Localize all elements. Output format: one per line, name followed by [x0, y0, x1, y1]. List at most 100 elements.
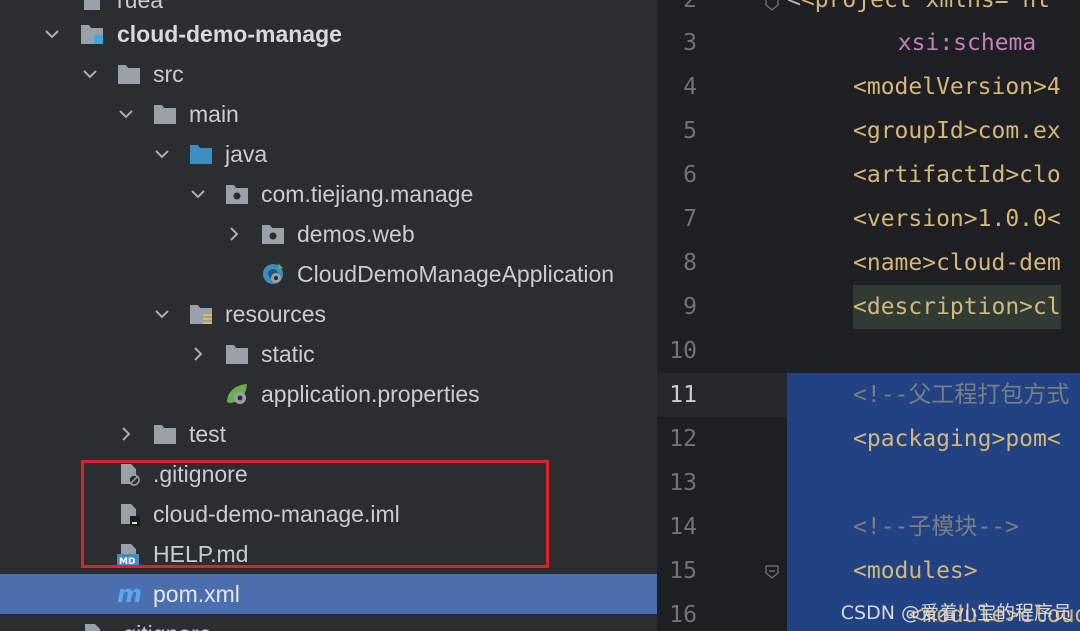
code-line[interactable]: 8 <name>cloud-dem	[657, 241, 1080, 285]
code-token: <project xmlns="ht	[800, 0, 1051, 13]
line-number: 5	[683, 118, 697, 144]
tree-item-com-tiejiang-manage[interactable]: com.tiejiang.manage	[0, 174, 657, 214]
line-number: 7	[683, 206, 697, 232]
tree-item-label: application.properties	[261, 381, 480, 407]
file-icon	[80, 0, 104, 12]
code-line[interactable]: 2 <<project xmlns="ht	[657, 0, 1080, 22]
line-number: 9	[683, 294, 697, 320]
tree-item-label: .gitignore	[117, 614, 212, 631]
line-number: 3	[683, 30, 697, 56]
chevron-down-icon[interactable]	[118, 106, 134, 122]
chevron-down-icon[interactable]	[154, 146, 170, 162]
code-text: <packaging>pom<	[853, 426, 1061, 452]
code-text: xsi:schema	[787, 30, 1037, 56]
code-line[interactable]: 10	[657, 329, 1080, 373]
line-number: 13	[669, 470, 697, 496]
code-line[interactable]: 11 <!--父工程打包方式	[657, 373, 1080, 417]
code-line[interactable]: 12 <packaging>pom<	[657, 417, 1080, 461]
svg-text:m: m	[117, 582, 142, 606]
tree-item-test[interactable]: test	[0, 414, 657, 454]
tree-item-root-gitignore[interactable]: .gitignore	[0, 614, 657, 631]
package-icon	[225, 182, 249, 206]
tree-item-label: .gitignore	[153, 461, 248, 487]
chevron-right-icon[interactable]	[226, 226, 242, 242]
line-number: 16	[669, 602, 697, 628]
folder-icon	[153, 102, 177, 126]
code-line[interactable]: 4 <modelVersion>4	[657, 65, 1080, 109]
tree-item-pom-xml[interactable]: m pom.xml	[0, 574, 657, 614]
folder-icon	[153, 422, 177, 446]
code-line[interactable]: 5 <groupId>com.ex	[657, 109, 1080, 153]
tree-item-demos-web[interactable]: demos.web	[0, 214, 657, 254]
tree-item-label: test	[189, 421, 227, 447]
code-line[interactable]: 6 <artifactId>clo	[657, 153, 1080, 197]
line-number: 15	[669, 558, 697, 584]
tree-item-label: main	[189, 101, 239, 127]
tree-item-cloud-demo-manage[interactable]: cloud-demo-manage	[0, 14, 657, 54]
tree-item-label: src	[153, 61, 184, 87]
tree-item-main[interactable]: main	[0, 94, 657, 134]
tree-item-static[interactable]: static	[0, 334, 657, 374]
line-number: 14	[669, 514, 697, 540]
code-line[interactable]: 14 <!--子模块-->	[657, 505, 1080, 549]
maven-icon: m	[117, 582, 142, 606]
line-number: 4	[683, 74, 697, 100]
code-text: <version>1.0.0<	[853, 206, 1061, 232]
code-line[interactable]: 15 <modules>	[657, 549, 1080, 593]
code-line[interactable]: 3 xsi:schema	[657, 21, 1080, 65]
tree-item-src[interactable]: src	[0, 54, 657, 94]
tree-item-label: pom.xml	[153, 581, 240, 607]
ignored-file-icon	[81, 622, 105, 631]
code-line[interactable]: 13	[657, 461, 1080, 505]
tree-item-iml[interactable]: cloud-demo-manage.iml	[0, 494, 657, 534]
tree-item-label: static	[261, 341, 315, 367]
tree-item-label: resources	[225, 301, 326, 327]
folder-icon	[225, 342, 249, 366]
code-text: <artifactId>clo	[853, 162, 1061, 188]
tree-item-label: java	[225, 141, 268, 167]
package-icon	[261, 222, 285, 246]
ignored-file-icon	[117, 462, 141, 486]
markdown-file-icon: MD	[117, 542, 141, 566]
code-text: <name>cloud-dem	[853, 250, 1061, 276]
spring-properties-icon	[225, 382, 249, 406]
tree-item-help-md[interactable]: MD HELP.md	[0, 534, 657, 574]
spring-boot-class-icon	[261, 262, 285, 286]
tree-item-resources[interactable]: resources	[0, 294, 657, 334]
chevron-down-icon[interactable]	[82, 66, 98, 82]
chevron-down-icon[interactable]	[44, 26, 60, 42]
svg-text:MD: MD	[119, 557, 135, 566]
code-editor[interactable]: 2 <<project xmlns="ht 3 xsi:schema 4 <mo…	[657, 0, 1080, 631]
tree-item-application-properties[interactable]: application.properties	[0, 374, 657, 414]
module-folder-icon	[80, 22, 104, 46]
chevron-down-icon[interactable]	[154, 306, 170, 322]
line-number: 12	[669, 426, 697, 452]
tree-item-java[interactable]: java	[0, 134, 657, 174]
source-folder-icon	[189, 142, 213, 166]
folder-icon	[117, 62, 141, 86]
tree-item-label: CloudDemoManageApplication	[297, 261, 615, 287]
chevron-right-icon[interactable]	[118, 426, 134, 442]
tree-item-label: demos.web	[297, 221, 415, 247]
code-text: <groupId>com.ex	[853, 118, 1061, 144]
tree-item-gitignore[interactable]: .gitignore	[0, 454, 657, 494]
code-line[interactable]: 9 <description>cl	[657, 285, 1080, 329]
code-text: <!--子模块-->	[853, 514, 1019, 540]
code-line[interactable]: 7 <version>1.0.0<	[657, 197, 1080, 241]
tree-item-label: cloud-demo-manage.iml	[153, 501, 400, 527]
line-number: 2	[683, 0, 697, 13]
line-number: 6	[683, 162, 697, 188]
csdn-watermark: CSDN @爱着小宝的程序员	[840, 602, 1072, 624]
code-text: <description>cl	[853, 285, 1061, 329]
tree-item-label: cloud-demo-manage	[117, 21, 342, 47]
chevron-right-icon[interactable]	[190, 346, 206, 362]
chevron-down-icon[interactable]	[190, 186, 206, 202]
iml-file-icon	[117, 502, 141, 526]
line-number: 11	[669, 382, 697, 408]
tree-item-cloud-demo-manage-application[interactable]: CloudDemoManageApplication	[0, 254, 657, 294]
code-text: <<project xmlns="ht	[787, 0, 1050, 22]
tree-item-label: com.tiejiang.manage	[261, 181, 474, 207]
resources-folder-icon	[189, 302, 213, 326]
code-text: <modules>	[853, 558, 978, 584]
line-number: 8	[683, 250, 697, 276]
